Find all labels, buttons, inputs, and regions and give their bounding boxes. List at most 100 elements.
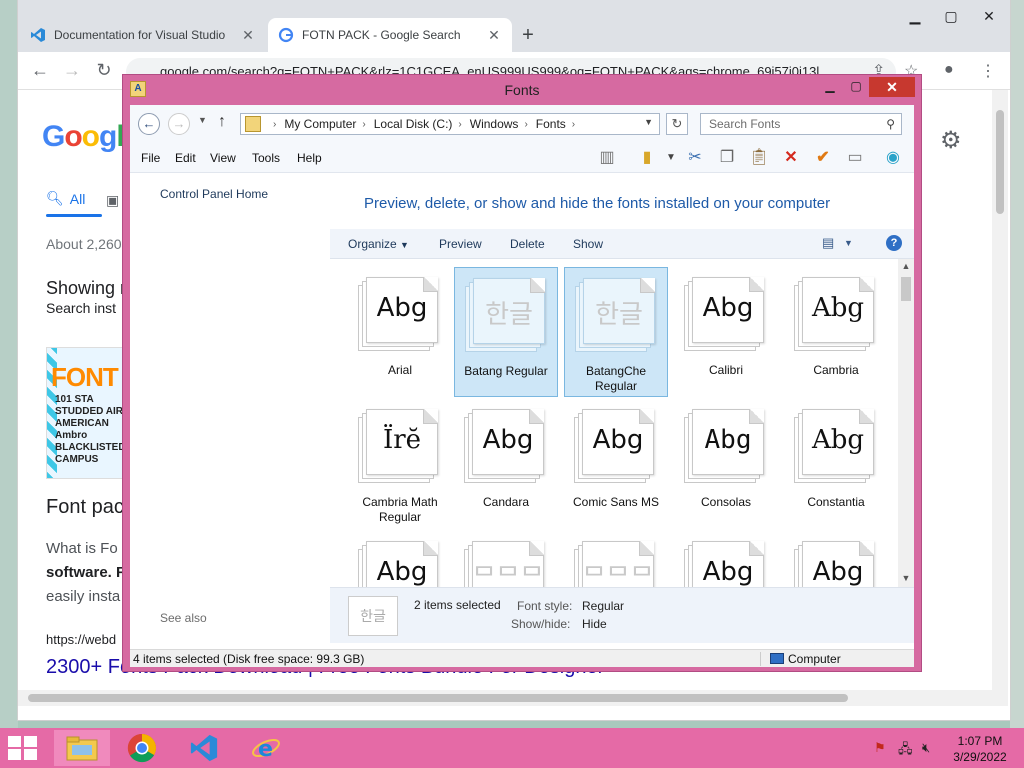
minimize-icon[interactable]: ▁ (817, 79, 843, 97)
minimize-icon[interactable]: ▁ (900, 8, 930, 25)
font-tile[interactable]: Abg Calibri (674, 267, 778, 397)
back-icon[interactable]: ← (138, 113, 160, 135)
taskbar-vscode[interactable] (176, 730, 232, 766)
folder-options-icon[interactable]: ▮ (636, 148, 658, 168)
tab-vscode-docs[interactable]: Documentation for Visual Studio ✕ (20, 18, 266, 52)
breadcrumb-separator-icon[interactable]: › (524, 119, 527, 130)
font-tile[interactable]: 한글 BatangChe Regular (564, 267, 668, 397)
font-tile[interactable]: Abg Comic Sans MS (564, 399, 668, 529)
breadcrumb-separator-icon[interactable]: › (273, 119, 276, 130)
help-icon[interactable]: ? (886, 235, 902, 251)
breadcrumb-item[interactable]: Local Disk (C:) (374, 117, 453, 131)
search-instead-link[interactable]: Search inst (46, 300, 116, 316)
shell-icon[interactable]: ◉ (882, 148, 904, 168)
font-tile[interactable]: Abg (348, 531, 452, 587)
font-tile[interactable]: Ïrĕ Cambria Math Regular (348, 399, 452, 529)
grid-scrollbar[interactable]: ▲ ▼ (898, 259, 914, 587)
profile-icon[interactable]: ● (944, 61, 954, 79)
close-icon[interactable]: ✕ (974, 8, 1004, 25)
font-tile[interactable]: Abg Consolas (674, 399, 778, 529)
forward-icon[interactable]: → (168, 113, 190, 135)
cut-icon[interactable]: ✂ (684, 148, 706, 168)
reload-icon[interactable]: ↻ (92, 60, 116, 80)
new-tab-button[interactable]: + (516, 24, 540, 46)
search-fonts-input[interactable]: Search Fonts ⚲ (700, 113, 902, 135)
details-pane: 한글 2 items selected Font style: Regular … (330, 587, 914, 643)
scroll-thumb[interactable] (28, 694, 848, 702)
search-icon[interactable]: ⚲ (886, 114, 895, 134)
network-icon[interactable]: 🖧︎ (898, 740, 913, 762)
properties-icon[interactable]: ▭ (844, 148, 866, 168)
font-tile[interactable]: Abg Constantia (784, 399, 888, 529)
breadcrumb-separator-icon[interactable]: › (572, 119, 575, 130)
scroll-thumb[interactable] (996, 110, 1004, 214)
forward-icon[interactable]: → (60, 60, 84, 80)
menu-dots-icon[interactable]: ⋮ (980, 61, 996, 81)
tab-close-icon[interactable]: ✕ (486, 27, 502, 44)
preview-button[interactable]: Preview (439, 237, 482, 251)
scroll-thumb[interactable] (901, 277, 911, 301)
font-tile[interactable]: Abg Cambria (784, 267, 888, 397)
refresh-icon[interactable]: ↻ (666, 113, 688, 135)
view-dropdown-icon[interactable]: ▼ (844, 238, 853, 248)
tab-all[interactable]: 🔍︎ All (46, 190, 102, 217)
breadcrumb-separator-icon[interactable]: › (458, 119, 461, 130)
font-tile[interactable]: 한글 Batang Regular (454, 267, 558, 397)
recent-pages-dropdown-icon[interactable]: ▼ (198, 115, 207, 125)
page-scrollbar-vertical[interactable] (992, 90, 1008, 690)
show-button[interactable]: Show (573, 237, 603, 251)
delete-x-icon[interactable]: ✕ (780, 148, 802, 168)
font-tile[interactable]: Abg (784, 531, 888, 587)
organize-button[interactable]: Organize ▼ (348, 237, 409, 251)
tab-close-icon[interactable]: ✕ (240, 27, 256, 44)
breadcrumb-separator-icon[interactable]: › (362, 119, 365, 130)
tab-google-search[interactable]: FOTN PACK - Google Search ✕ (268, 18, 512, 52)
font-tile[interactable]: Abg Candara (454, 399, 558, 529)
menu-edit[interactable]: Edit (175, 151, 196, 165)
result-thumbnail[interactable]: FONT 101 STA STUDDED AIR AMERICAN Ambro … (46, 347, 128, 479)
control-panel-home-link[interactable]: Control Panel Home (160, 187, 268, 201)
scroll-down-icon[interactable]: ▼ (898, 573, 914, 583)
action-center-flag-icon[interactable]: ⚑ (874, 740, 886, 756)
menu-file[interactable]: File (141, 151, 160, 165)
taskbar-internet-explorer[interactable]: e (238, 730, 294, 766)
menu-view[interactable]: View (210, 151, 236, 165)
maximize-icon[interactable]: ▢ (843, 79, 869, 97)
menu-tools[interactable]: Tools (252, 151, 280, 165)
volume-muted-icon[interactable]: 🔇︎ (922, 740, 930, 756)
up-arrow-icon[interactable]: ↑ (218, 113, 226, 131)
breadcrumb-item[interactable]: My Computer (284, 117, 356, 131)
checkmark-icon[interactable]: ✔ (812, 148, 834, 168)
close-icon[interactable]: ✕ (869, 77, 915, 97)
address-dropdown-icon[interactable]: ▼ (644, 117, 653, 127)
menu-help[interactable]: Help (297, 151, 322, 165)
settings-gear-icon[interactable]: ⚙ (940, 126, 962, 155)
font-tile[interactable]: ᄆᄆᄆ (564, 531, 668, 587)
back-icon[interactable]: ← (28, 60, 52, 80)
image-tab-icon[interactable]: ▣ (106, 192, 119, 209)
result-url[interactable]: https://webd (46, 632, 116, 647)
google-logo[interactable]: Googl (42, 120, 125, 154)
font-tile[interactable]: Abg Arial (348, 267, 452, 397)
folder-options-dropdown-icon[interactable]: ▼ (660, 148, 682, 168)
copy-icon[interactable]: ❐ (716, 148, 738, 168)
taskbar-chrome[interactable] (114, 730, 170, 766)
result-title[interactable]: Font pac (46, 496, 124, 519)
system-clock[interactable]: 1:07 PM 3/29/2022 (940, 733, 1020, 765)
change-view-icon[interactable]: ▤ (822, 235, 834, 251)
start-windows-icon[interactable] (8, 736, 38, 760)
delete-button[interactable]: Delete (510, 237, 545, 251)
breadcrumb-item[interactable]: Fonts (536, 117, 566, 131)
pane-layout-icon[interactable]: ▥ (596, 148, 618, 168)
window-title-bar[interactable]: A Fonts ▁ ▢ ✕ (123, 75, 921, 105)
address-breadcrumb[interactable]: › My Computer › Local Disk (C:) › Window… (240, 113, 660, 135)
scroll-up-icon[interactable]: ▲ (898, 261, 914, 271)
breadcrumb-item[interactable]: Windows (470, 117, 519, 131)
font-tile[interactable]: Abg (674, 531, 778, 587)
page-scrollbar-horizontal[interactable] (18, 690, 1008, 706)
font-tile[interactable]: ᄆᄆᄆ (454, 531, 558, 587)
paste-icon[interactable]: 📋︎ (748, 148, 770, 168)
taskbar-file-explorer[interactable] (54, 730, 110, 766)
font-file-icon: Abg (684, 409, 766, 483)
maximize-icon[interactable]: ▢ (936, 8, 966, 25)
